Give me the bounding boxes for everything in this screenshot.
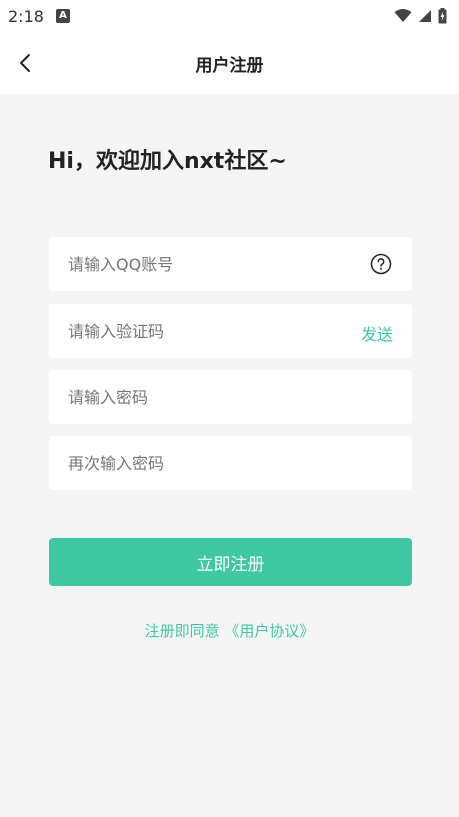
confirm-password-input[interactable] <box>49 436 412 490</box>
qq-account-field <box>49 237 412 291</box>
verification-code-input[interactable] <box>49 304 412 358</box>
verification-code-field: 发送 <box>49 304 412 358</box>
send-code-button[interactable]: 发送 <box>361 321 393 345</box>
notification-a-icon: A <box>55 9 70 23</box>
welcome-heading: Hi，欢迎加入nxt社区~ <box>48 149 287 174</box>
register-button[interactable]: 立即注册 <box>49 538 412 586</box>
agreement-text: 注册即同意 《用户协议》 <box>0 620 459 641</box>
question-circle-icon[interactable] <box>370 253 392 275</box>
agreement-prefix: 注册即同意 <box>144 622 225 640</box>
user-agreement-link[interactable]: 《用户协议》 <box>224 622 314 640</box>
status-left: 2:18 A <box>8 7 70 26</box>
page-title: 用户注册 <box>195 56 264 76</box>
confirm-password-field <box>49 436 412 490</box>
signal-icon <box>419 10 431 22</box>
qq-account-input[interactable] <box>49 237 412 291</box>
app-header: 用户注册 <box>0 32 459 94</box>
wifi-icon <box>394 9 412 22</box>
battery-charging-icon <box>438 8 447 24</box>
status-right <box>394 8 447 24</box>
status-time: 2:18 <box>8 6 44 26</box>
status-bar: 2:18 A <box>0 0 459 32</box>
password-field <box>49 370 412 424</box>
password-input[interactable] <box>49 370 412 424</box>
